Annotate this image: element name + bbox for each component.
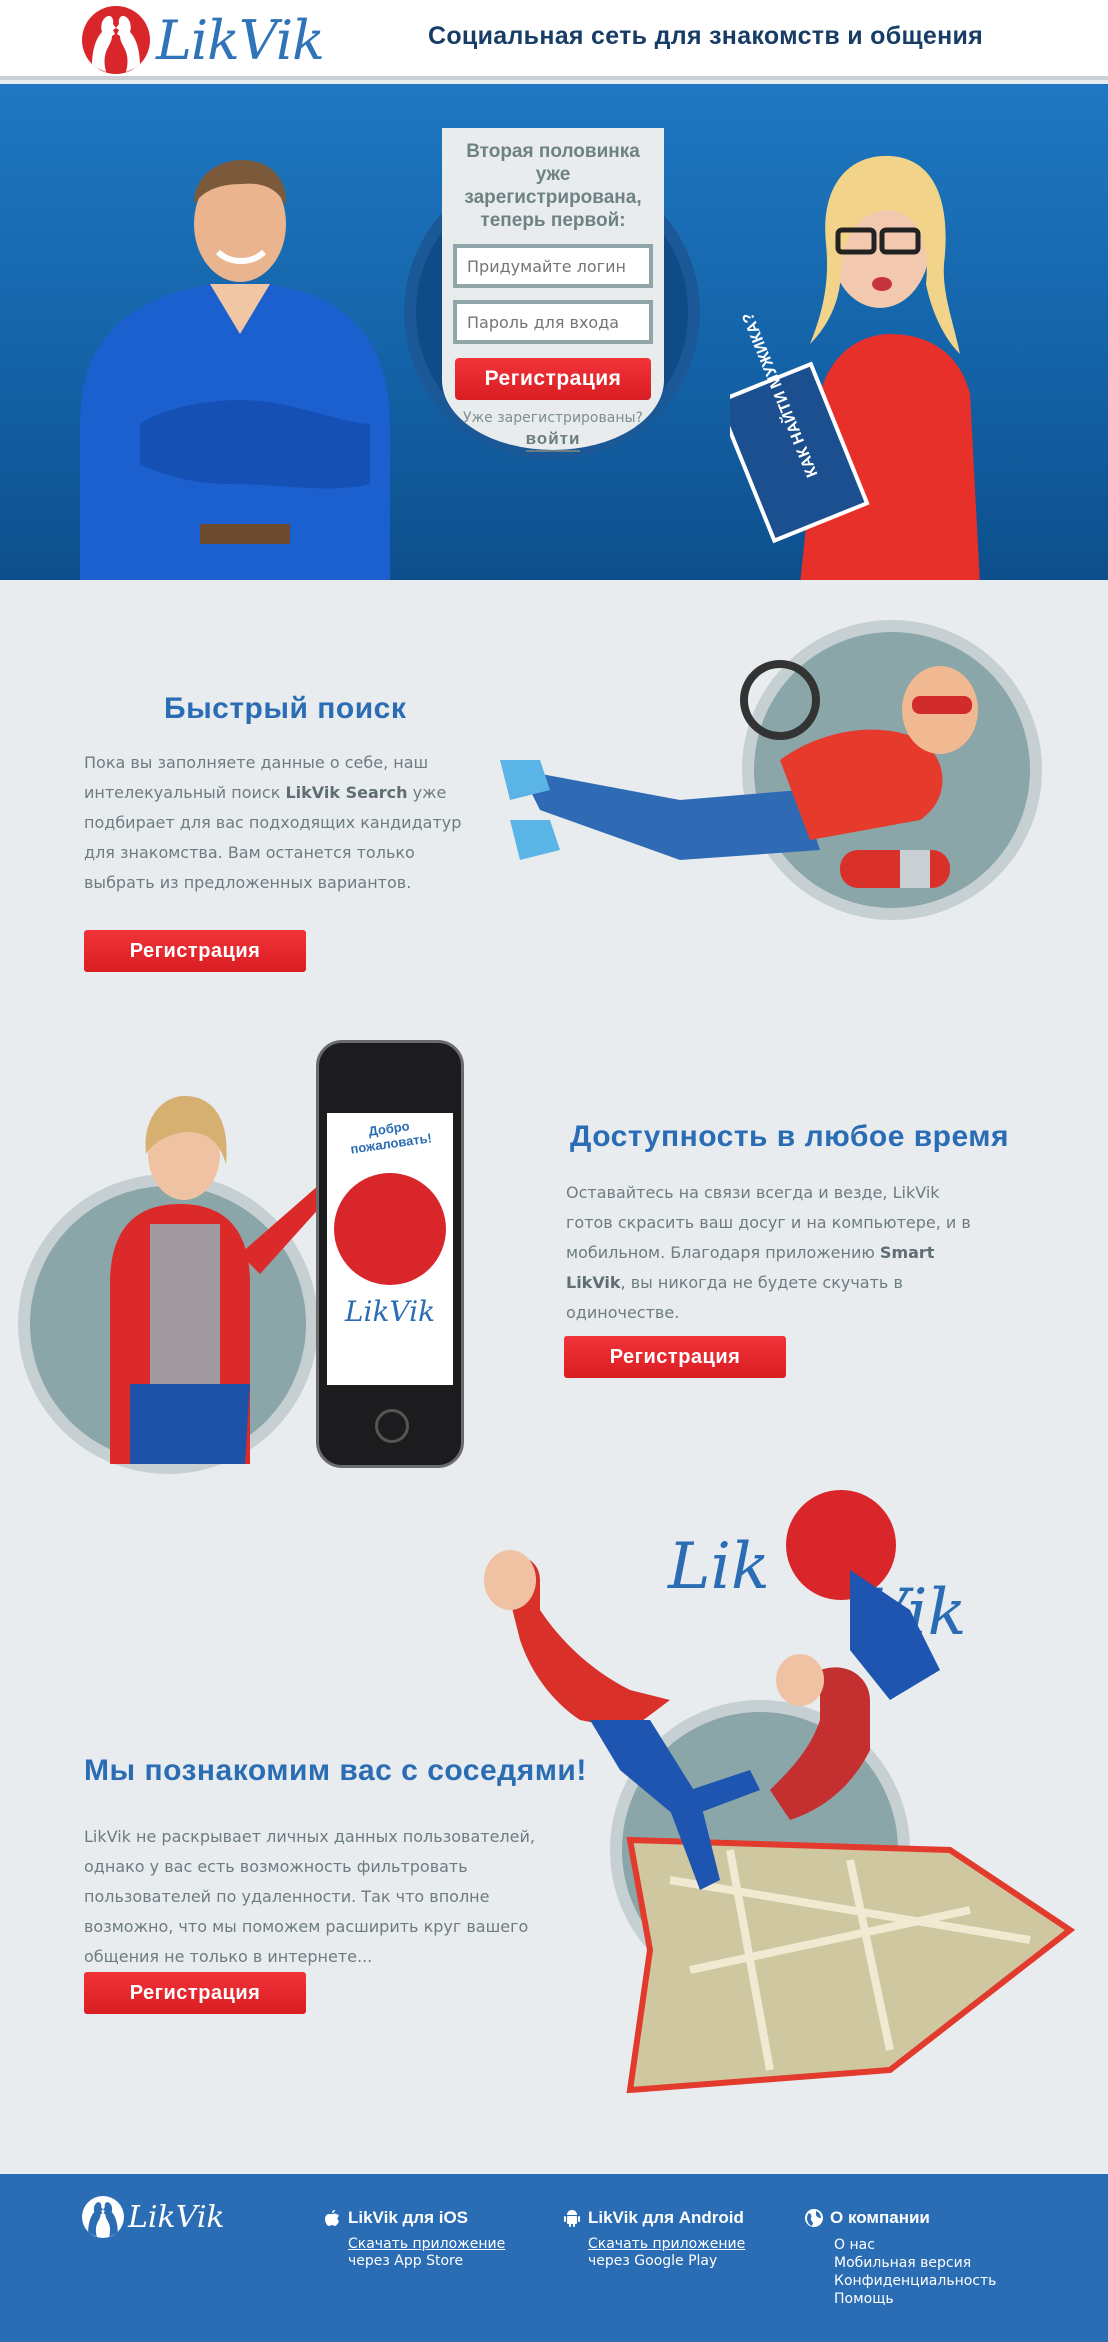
smartphone-screen: Добро пожаловать! LikVik xyxy=(327,1113,453,1385)
apple-icon xyxy=(325,2210,339,2226)
section-title-availability: Доступность в любое время xyxy=(570,1120,1009,1153)
phone-welcome-text: Добро пожаловать! xyxy=(349,1118,433,1157)
footer-about-link[interactable]: О нас xyxy=(834,2236,996,2254)
footer-android-download-link[interactable]: Скачать приложение xyxy=(588,2236,745,2252)
phone-logo-circle xyxy=(334,1173,446,1285)
section-title-fast-search: Быстрый поиск xyxy=(164,692,407,725)
globe-icon xyxy=(805,2209,823,2227)
site-logo[interactable]: LikVik xyxy=(82,6,325,74)
logo-text: LikVik xyxy=(156,8,325,72)
password-input[interactable] xyxy=(453,300,653,344)
footer-about-heading: О компании xyxy=(804,2208,996,2228)
woman-waving-photo xyxy=(110,1095,332,1464)
footer-logo[interactable]: LikVik xyxy=(82,2196,225,2238)
footer-about-column: О компании О нас Мобильная версия Конфид… xyxy=(804,2208,996,2308)
section-text-availability: Оставайтесь на связи всегда и везде, Lik… xyxy=(566,1178,976,1328)
footer-ios-column: LikVik для iOS Скачать приложение через … xyxy=(322,2208,505,2270)
footer-android-sub: через Google Play xyxy=(588,2253,718,2269)
footer-android-column: LikVik для Android Скачать приложение че… xyxy=(562,2208,745,2270)
login-link[interactable]: войти xyxy=(525,429,581,452)
footer-help-link[interactable]: Помощь xyxy=(834,2290,996,2308)
site-tagline: Социальная сеть для знакомств и общения xyxy=(428,22,984,50)
smartphone-frame: Добро пожаловать! LikVik xyxy=(316,1040,464,1468)
text-bold: LikVik Search xyxy=(285,783,408,802)
registration-card: Вторая половинка уже зарегистрирована, т… xyxy=(442,128,664,452)
site-footer: LikVik LikVik для iOS Скачать приложение… xyxy=(0,2174,1108,2342)
footer-logo-faces-icon xyxy=(82,2196,124,2238)
footer-logo-text: LikVik xyxy=(128,2199,225,2235)
footer-android-heading: LikVik для Android xyxy=(562,2208,745,2228)
couple-on-map-photo xyxy=(484,1550,1076,2094)
hero-banner: КАК НАЙТИ МУЖИКА? Вторая половинка уже з… xyxy=(0,84,1108,580)
section-text-fast-search: Пока вы заполняете данные о себе, наш ин… xyxy=(84,748,474,898)
site-header: LikVik Социальная сеть для знакомств и о… xyxy=(0,0,1108,80)
logo-faces-icon xyxy=(82,6,150,74)
footer-ios-title: LikVik для iOS xyxy=(348,2208,469,2227)
footer-ios-heading: LikVik для iOS xyxy=(322,2208,505,2228)
phone-home-button xyxy=(375,1409,409,1443)
android-icon xyxy=(564,2210,580,2227)
footer-ios-sub: через App Store xyxy=(348,2253,464,2269)
footer-android-title: LikVik для Android xyxy=(588,2208,744,2227)
woman-photo: КАК НАЙТИ МУЖИКА? xyxy=(730,155,980,580)
already-registered-text: Уже зарегистрированы? xyxy=(463,410,643,426)
driver-photo xyxy=(500,660,978,888)
register-button-neighbors[interactable]: Регистрация xyxy=(84,1972,306,2014)
register-button-availability[interactable]: Регистрация xyxy=(564,1336,786,1378)
man-photo xyxy=(80,160,390,580)
register-button[interactable]: Регистрация xyxy=(455,358,651,400)
footer-mobile-link[interactable]: Мобильная версия xyxy=(834,2254,996,2272)
login-input[interactable] xyxy=(453,244,653,288)
footer-ios-download-link[interactable]: Скачать приложение xyxy=(348,2236,505,2252)
text-part: LikVik не раскрывает личных данных польз… xyxy=(84,1827,535,1966)
phone-logo-text: LikVik xyxy=(344,1295,436,1328)
footer-about-title: О компании xyxy=(830,2208,930,2227)
registration-title: Вторая половинка уже зарегистрирована, т… xyxy=(464,141,642,231)
footer-privacy-link[interactable]: Конфиденциальность xyxy=(834,2272,996,2290)
register-button-fast-search[interactable]: Регистрация xyxy=(84,930,306,972)
